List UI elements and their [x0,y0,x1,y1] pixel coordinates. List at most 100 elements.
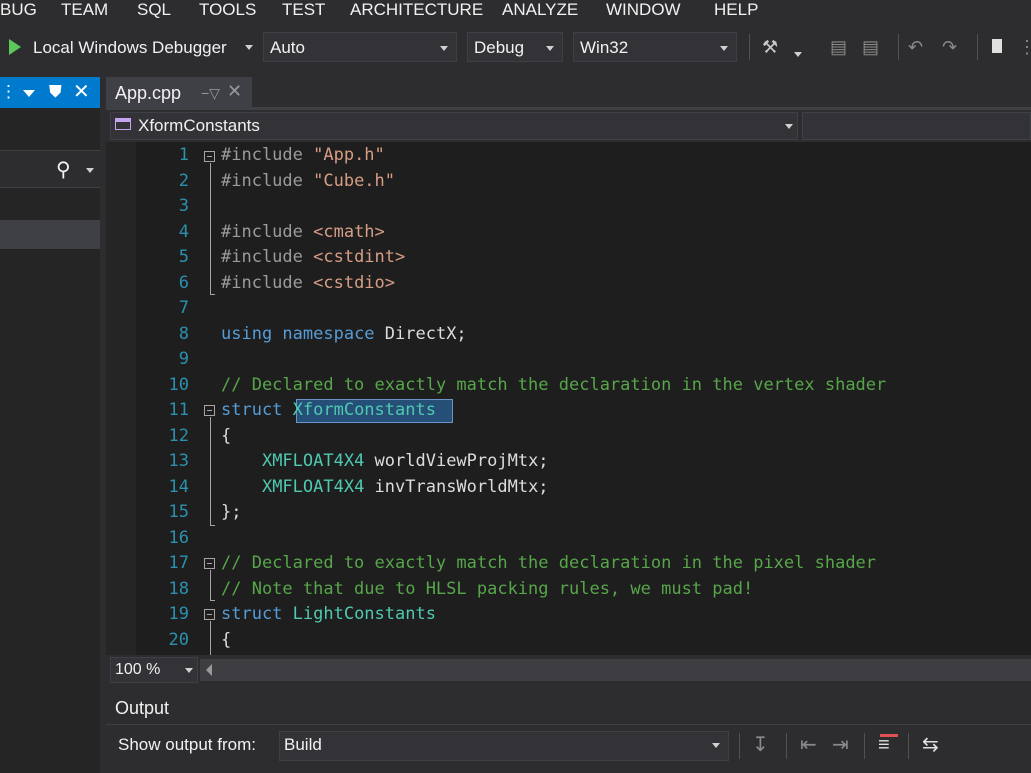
code-line[interactable]: #include <cstdint> [221,245,405,270]
close-icon[interactable]: ✕ [73,82,90,102]
outline-line [210,163,211,294]
code-token: { [221,630,232,650]
code-line[interactable]: { [221,424,231,449]
code-line[interactable]: // Declared to exactly match the declara… [221,551,876,576]
sync-icon[interactable]: ⋮ [0,82,17,102]
undo-icon[interactable]: ↶ [908,36,923,58]
menu-debug[interactable]: BUG [0,0,37,20]
bookmark-icon[interactable] [992,39,1002,53]
horizontal-scrollbar[interactable] [200,659,1031,681]
find-dropdown-icon[interactable] [794,52,802,57]
chevron-down-icon [185,668,193,673]
menu-team[interactable]: TEAM [61,0,108,20]
solution-config-combo[interactable]: Auto [263,32,457,62]
search-input[interactable] [0,150,100,188]
pin-icon[interactable]: ⛊ [49,82,62,102]
search-options-icon[interactable] [86,168,94,173]
editor-margin [106,142,136,655]
window-position-icon[interactable] [23,90,35,97]
next-message-icon[interactable]: ⇥ [832,733,849,757]
start-debugger-button[interactable]: Local Windows Debugger [33,38,227,58]
code-line[interactable]: using namespace DirectX; [221,322,467,347]
code-line[interactable]: #include <cstdio> [221,271,395,296]
search-icon[interactable]: ⚲ [56,160,71,180]
code-line[interactable]: // Note that due to HLSL packing rules, … [221,577,753,602]
code-token: #include [221,145,314,165]
line-number: 6 [178,273,189,293]
code-token: invTransWorldMtx; [364,477,549,497]
chevron-down-icon [720,46,728,51]
line-number: 4 [178,222,189,242]
output-title: Output [115,698,170,718]
collapse-icon[interactable] [204,151,215,162]
line-number: 10 [168,375,189,395]
line-number: 9 [178,349,189,369]
menu-analyze[interactable]: ANALYZE [502,0,578,20]
line-number: 14 [168,477,189,497]
close-tab-icon[interactable]: ✕ [227,81,242,102]
collapse-icon[interactable] [204,405,215,416]
collapse-icon[interactable] [204,609,215,620]
play-icon[interactable] [9,39,21,55]
code-line[interactable]: XMFLOAT4X4 worldViewProjMtx; [221,449,549,474]
outline-line [210,621,211,655]
zoom-level: 100 % [115,661,161,678]
menu-test[interactable]: TEST [282,0,325,20]
code-token: <cmath> [313,222,385,242]
platform-combo[interactable]: Win32 [573,32,737,62]
list-item-selected[interactable] [0,220,100,249]
code-line[interactable]: }; [221,500,241,525]
menu-architecture[interactable]: ARCHITECTURE [350,0,483,20]
code-token: worldViewProjMtx; [364,451,549,471]
chevron-down-icon [440,46,448,51]
code-token: XMFLOAT4X4 [261,477,365,497]
code-token: <cstdio> [313,273,396,293]
pin-tab-icon[interactable]: −▽ [201,85,220,102]
line-number: 8 [178,324,189,344]
secondary-dropdown[interactable] [802,112,1031,140]
menu-window[interactable]: WINDOW [606,0,681,20]
code-token: XformConstants [292,400,436,420]
code-token: DirectX; [384,324,467,344]
code-line[interactable]: #include "Cube.h" [221,169,395,194]
bookmark-next-icon[interactable]: ▤ [862,36,879,58]
code-line[interactable]: struct XformConstants [221,398,436,423]
show-output-label: Show output from: [118,735,256,754]
menu-tools[interactable]: TOOLS [199,0,256,20]
menu-sql[interactable]: SQL [137,0,171,20]
code-token: "Cube.h" [313,171,396,191]
divider [106,724,1031,725]
build-config-combo[interactable]: Debug [467,32,563,62]
line-number: 16 [168,528,189,548]
redo-icon[interactable]: ↷ [942,36,957,58]
collapse-icon[interactable] [204,558,215,569]
chevron-down-icon [546,46,554,51]
code-line[interactable]: struct LightConstants [221,602,436,627]
menu-help[interactable]: HELP [714,0,758,20]
word-wrap-icon[interactable]: ⇆ [922,733,939,757]
code-line[interactable]: #include "App.h" [221,143,385,168]
code-token: // Note that due to HLSL packing rules, … [221,579,754,599]
bookmark-prev-icon[interactable]: ▤ [830,36,847,58]
code-token: #include [221,222,314,242]
code-line[interactable]: #include <cmath> [221,220,385,245]
output-source-value: Build [284,735,322,754]
find-in-files-icon[interactable]: ⚒ [762,36,778,58]
debugger-dropdown-icon[interactable] [245,45,253,50]
code-token: using [221,324,283,344]
code-line[interactable]: // Declared to exactly match the declara… [221,373,886,398]
line-number: 7 [178,298,189,318]
code-line[interactable]: { [221,628,231,653]
line-number: 18 [168,579,189,599]
more-tools-icon[interactable]: ⋮ [1018,36,1031,58]
outline-end [210,525,215,526]
output-source-combo[interactable] [279,731,729,761]
code-line[interactable]: XMFLOAT4X4 invTransWorldMtx; [221,475,549,500]
code-token: <cstdint> [313,247,406,267]
go-to-location-icon[interactable]: ↧ [752,733,769,757]
scroll-left-icon[interactable] [206,664,212,676]
menu-bar: BUG TEAM SQL TOOLS TEST ARCHITECTURE ANA… [0,0,1031,22]
splitter[interactable] [106,685,1031,693]
prev-message-icon[interactable]: ⇤ [800,733,817,757]
code-token: }; [221,502,242,522]
